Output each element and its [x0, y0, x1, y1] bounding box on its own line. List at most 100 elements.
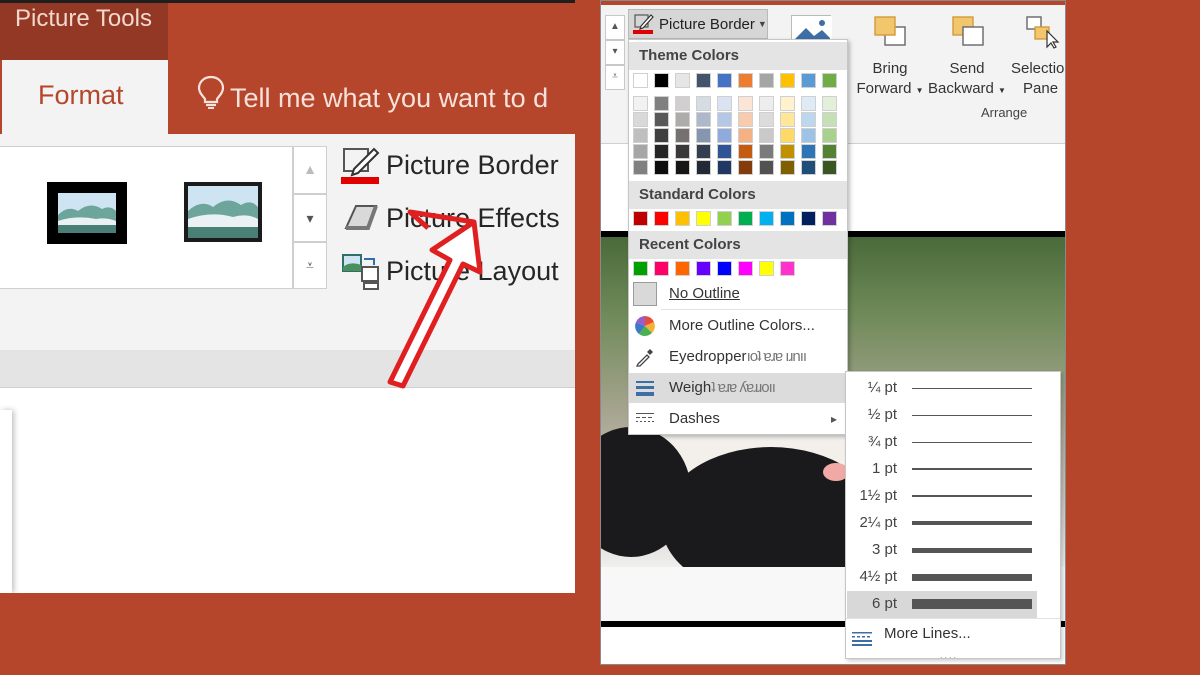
recent-color-swatch[interactable]	[738, 261, 753, 276]
theme-shade-swatch[interactable]	[717, 96, 732, 111]
standard-color-swatch[interactable]	[717, 211, 732, 226]
selection-pane-button[interactable]: Selectio Pane	[1007, 59, 1065, 99]
theme-color-swatch[interactable]	[717, 73, 732, 88]
weight-option[interactable]: ¼ pt	[847, 375, 1037, 402]
standard-color-swatch[interactable]	[738, 211, 753, 226]
gallery-more-icon[interactable]: ⩡	[293, 242, 327, 289]
theme-shade-swatch[interactable]	[780, 112, 795, 127]
theme-shade-swatch[interactable]	[822, 128, 837, 143]
theme-shade-swatch[interactable]	[633, 144, 648, 159]
weight-option[interactable]: ¾ pt	[847, 429, 1037, 456]
theme-shade-swatch[interactable]	[738, 112, 753, 127]
tell-me-search[interactable]: Tell me what you want to d	[196, 75, 548, 116]
send-backward-button[interactable]: Send Backward ▼	[925, 59, 1009, 101]
theme-shade-swatch[interactable]	[675, 96, 690, 111]
recent-color-swatch[interactable]	[759, 261, 774, 276]
recent-color-swatch[interactable]	[780, 261, 795, 276]
theme-color-swatch[interactable]	[654, 73, 669, 88]
theme-color-swatch[interactable]	[780, 73, 795, 88]
theme-color-swatch[interactable]	[738, 73, 753, 88]
theme-color-swatch[interactable]	[822, 73, 837, 88]
scroll-down-icon[interactable]: ▾	[293, 194, 327, 242]
theme-shade-swatch[interactable]	[696, 128, 711, 143]
scroll-up-icon[interactable]: ▲	[293, 146, 327, 194]
theme-shade-swatch[interactable]	[822, 144, 837, 159]
theme-shade-swatch[interactable]	[780, 96, 795, 111]
weight-option[interactable]: ½ pt	[847, 402, 1037, 429]
theme-shade-swatch[interactable]	[759, 96, 774, 111]
weight-option[interactable]: 3 pt	[847, 537, 1037, 564]
slide-thumbnail[interactable]	[0, 410, 12, 593]
theme-shade-swatch[interactable]	[633, 96, 648, 111]
standard-color-swatch[interactable]	[801, 211, 816, 226]
weight-item[interactable]: Weighʇ ɐɹɐ ʎɐɹɹoıı	[629, 373, 847, 403]
scroll-down-icon[interactable]: ▾	[605, 40, 625, 65]
theme-shade-swatch[interactable]	[801, 144, 816, 159]
dashes-item[interactable]: Dashes ▸	[629, 404, 847, 434]
more-outline-colors-item[interactable]: More Outline Colors...	[629, 311, 847, 341]
standard-color-swatch[interactable]	[759, 211, 774, 226]
theme-shade-swatch[interactable]	[822, 96, 837, 111]
eyedropper-item[interactable]: Eyedropperıoʇ ɐɹɐ ıɹnıı	[629, 342, 847, 372]
no-outline-item[interactable]: No Outline	[629, 279, 847, 309]
theme-shade-swatch[interactable]	[654, 128, 669, 143]
picture-style-black-frame[interactable]	[46, 181, 127, 244]
standard-color-swatch[interactable]	[822, 211, 837, 226]
picture-border-command[interactable]: Picture Border	[340, 143, 559, 187]
theme-shade-swatch[interactable]	[654, 112, 669, 127]
theme-shade-swatch[interactable]	[675, 128, 690, 143]
theme-shade-swatch[interactable]	[696, 160, 711, 175]
theme-color-swatch[interactable]	[633, 73, 648, 88]
standard-color-swatch[interactable]	[780, 211, 795, 226]
theme-shade-swatch[interactable]	[780, 144, 795, 159]
theme-shade-swatch[interactable]	[633, 128, 648, 143]
theme-color-swatch[interactable]	[675, 73, 690, 88]
theme-shade-swatch[interactable]	[654, 160, 669, 175]
scroll-up-icon[interactable]: ▲	[605, 15, 625, 40]
theme-shade-swatch[interactable]	[633, 160, 648, 175]
theme-color-swatch[interactable]	[696, 73, 711, 88]
standard-color-swatch[interactable]	[654, 211, 669, 226]
tab-format[interactable]: Format	[2, 60, 168, 134]
more-lines-item[interactable]: More Lines...	[846, 618, 1060, 648]
weight-option[interactable]: 1½ pt	[847, 483, 1037, 510]
theme-shade-swatch[interactable]	[696, 96, 711, 111]
theme-shade-swatch[interactable]	[738, 96, 753, 111]
theme-shade-swatch[interactable]	[717, 144, 732, 159]
theme-color-swatch[interactable]	[801, 73, 816, 88]
theme-shade-swatch[interactable]	[717, 112, 732, 127]
theme-shade-swatch[interactable]	[801, 128, 816, 143]
picture-styles-gallery[interactable]	[0, 146, 293, 289]
theme-shade-swatch[interactable]	[801, 112, 816, 127]
picture-border-button[interactable]: Picture Border ▼	[628, 9, 768, 39]
recent-color-swatch[interactable]	[633, 261, 648, 276]
theme-shade-swatch[interactable]	[654, 144, 669, 159]
theme-shade-swatch[interactable]	[822, 160, 837, 175]
theme-shade-swatch[interactable]	[759, 112, 774, 127]
theme-shade-swatch[interactable]	[696, 112, 711, 127]
recent-color-swatch[interactable]	[675, 261, 690, 276]
picture-style-thin-frame[interactable]	[183, 181, 263, 243]
theme-shade-swatch[interactable]	[801, 96, 816, 111]
gallery-more-icon[interactable]: ⩡	[605, 65, 625, 90]
theme-shade-swatch[interactable]	[675, 112, 690, 127]
theme-color-swatch[interactable]	[759, 73, 774, 88]
theme-shade-swatch[interactable]	[738, 128, 753, 143]
theme-shade-swatch[interactable]	[654, 96, 669, 111]
recent-color-swatch[interactable]	[696, 261, 711, 276]
theme-shade-swatch[interactable]	[717, 160, 732, 175]
recent-color-swatch[interactable]	[717, 261, 732, 276]
theme-shade-swatch[interactable]	[801, 160, 816, 175]
resize-grip[interactable]: ....	[940, 650, 958, 660]
theme-shade-swatch[interactable]	[738, 144, 753, 159]
theme-shade-swatch[interactable]	[759, 144, 774, 159]
weight-option[interactable]: 4½ pt	[847, 564, 1037, 591]
theme-shade-swatch[interactable]	[675, 144, 690, 159]
standard-color-swatch[interactable]	[633, 211, 648, 226]
standard-color-swatch[interactable]	[675, 211, 690, 226]
weight-option[interactable]: 6 pt	[847, 591, 1037, 618]
theme-shade-swatch[interactable]	[738, 160, 753, 175]
theme-shade-swatch[interactable]	[696, 144, 711, 159]
theme-shade-swatch[interactable]	[717, 128, 732, 143]
theme-shade-swatch[interactable]	[822, 112, 837, 127]
